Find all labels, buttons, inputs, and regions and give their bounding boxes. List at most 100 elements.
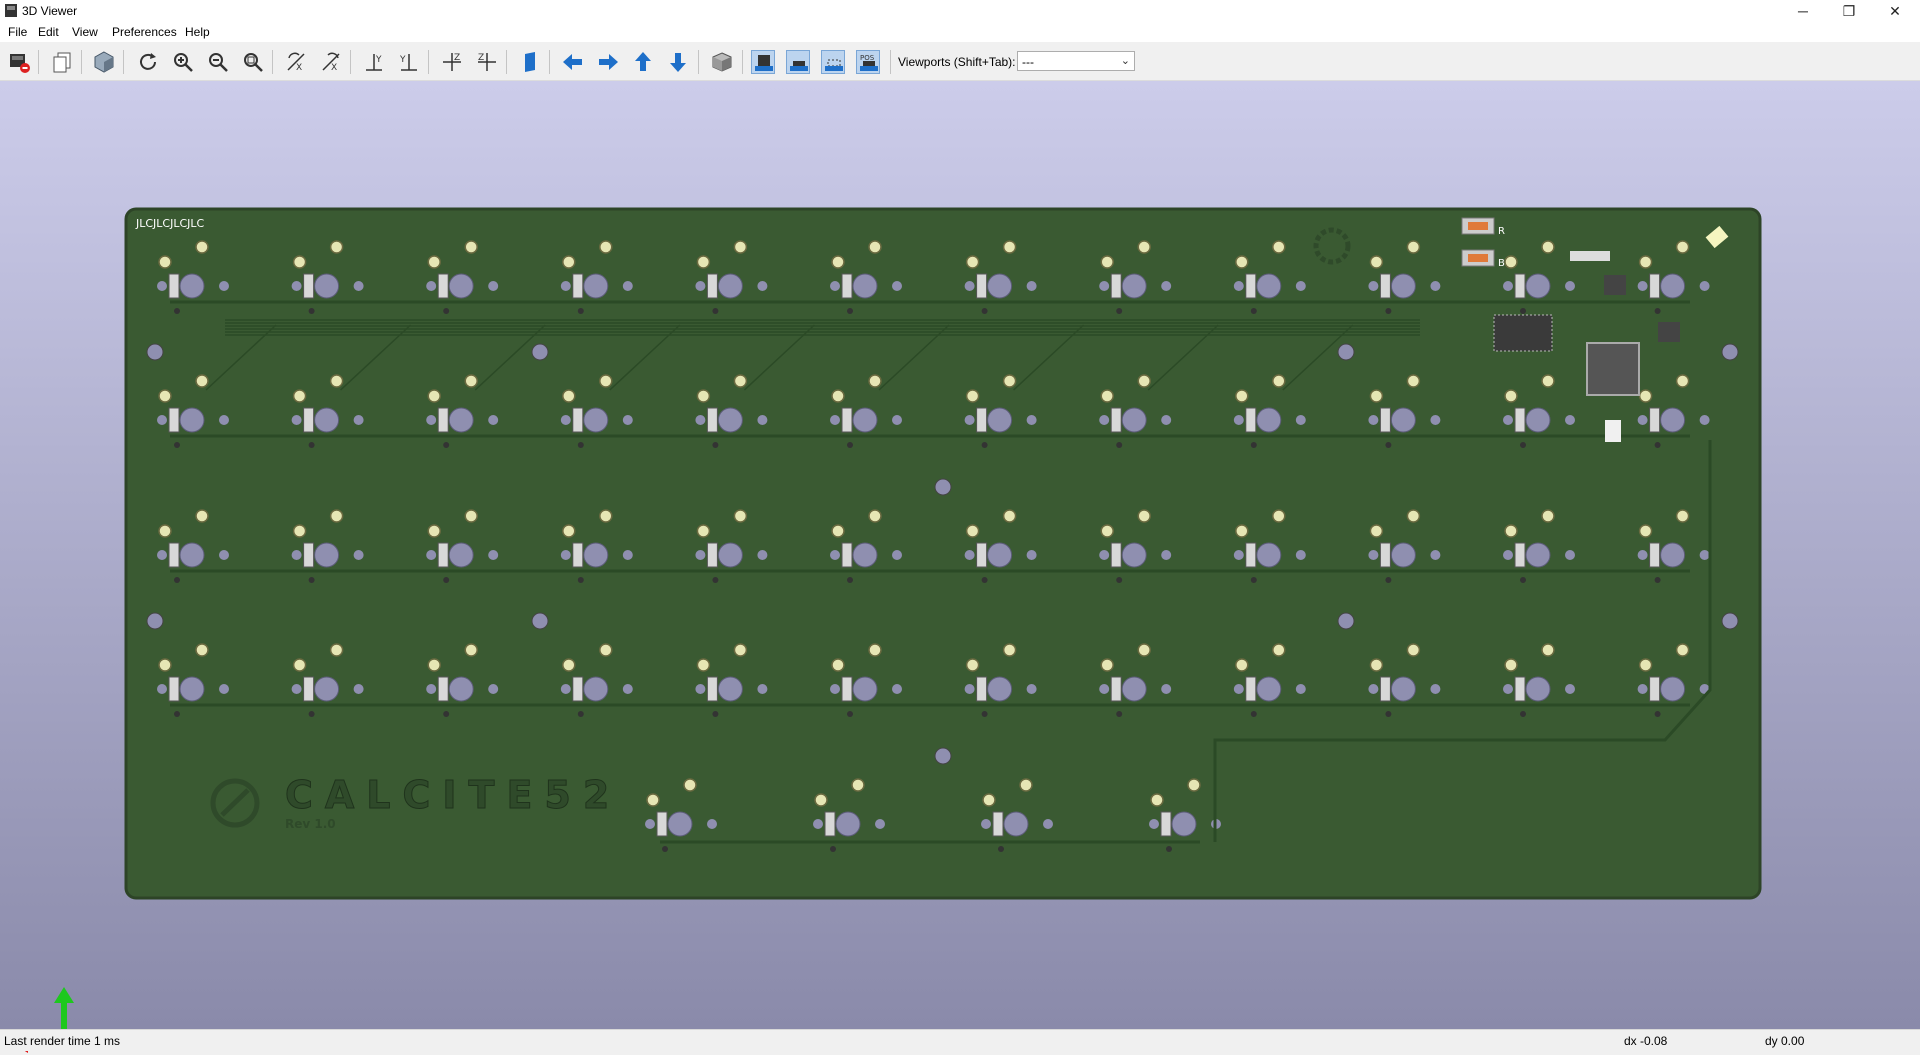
diode <box>1514 676 1526 702</box>
switch-stab-hole <box>964 415 975 425</box>
switch-pin-pad <box>599 643 613 657</box>
switch-stab-hole <box>157 281 167 291</box>
move-up-icon[interactable] <box>631 50 655 74</box>
orthographic-icon[interactable] <box>710 50 734 74</box>
switch-center-hole <box>1390 273 1416 299</box>
rotate-y-ccw-icon[interactable]: Y <box>397 50 421 74</box>
switch-pin-pad <box>464 643 478 657</box>
viewports-dropdown[interactable]: --- ⌄ <box>1017 51 1135 71</box>
via <box>1250 308 1257 314</box>
menu-edit[interactable]: Edit <box>38 25 59 39</box>
toggle-th-models-icon[interactable] <box>751 50 775 74</box>
chevron-down-icon: ⌄ <box>1120 55 1130 67</box>
minimize-button[interactable]: ─ <box>1780 0 1826 22</box>
switch-stab-hole <box>1099 550 1110 560</box>
switch-center-hole <box>852 542 878 568</box>
move-left-icon[interactable] <box>561 50 585 74</box>
copy-image-icon[interactable] <box>50 50 74 74</box>
rotate-z-cw-icon[interactable]: Z <box>440 50 464 74</box>
via <box>712 442 719 448</box>
menu-view[interactable]: View <box>72 25 98 39</box>
rotate-x-ccw-icon[interactable]: X <box>319 50 343 74</box>
diode <box>1110 676 1122 702</box>
switch-center-hole <box>1525 407 1551 433</box>
close-button[interactable]: ✕ <box>1872 0 1918 22</box>
mounting-hole <box>146 343 164 361</box>
switch-stab-hole <box>892 684 902 694</box>
switch-center-hole <box>1003 811 1029 837</box>
switch-pin-pad <box>1100 658 1114 672</box>
move-right-icon[interactable] <box>596 50 620 74</box>
via <box>1385 711 1392 717</box>
pcb-board[interactable]: JLCJLCJLCJLC CALCITE52 Rev 1.0 R B <box>0 81 1920 1029</box>
refresh-icon[interactable] <box>136 50 160 74</box>
switch-pin-pad <box>1100 389 1114 403</box>
via <box>1116 711 1123 717</box>
switch-stab-hole <box>1161 415 1172 425</box>
switch-stab-hole <box>1043 819 1053 829</box>
diode <box>976 273 988 299</box>
toggle-virtual-models-icon[interactable] <box>821 50 845 74</box>
rotate-z-ccw-icon[interactable]: Z <box>475 50 499 74</box>
usb-esd-chip <box>1493 314 1553 352</box>
via <box>1385 308 1392 314</box>
switch-center-hole <box>1121 676 1147 702</box>
via <box>830 846 836 852</box>
toggle-smd-models-icon[interactable] <box>786 50 810 74</box>
rotate-y-cw-icon[interactable]: Y <box>362 50 386 74</box>
restore-button[interactable]: ❐ <box>1826 0 1872 22</box>
export-image-icon[interactable] <box>7 50 31 74</box>
zoom-fit-icon[interactable] <box>241 50 265 74</box>
svg-text:X: X <box>331 63 337 73</box>
switch-pin-pad <box>683 778 697 792</box>
diode <box>303 273 315 299</box>
switch-center-hole <box>852 407 878 433</box>
via <box>1654 577 1661 583</box>
3d-viewport[interactable]: JLCJLCJLCJLC CALCITE52 Rev 1.0 R B <box>0 81 1920 1053</box>
zoom-in-icon[interactable] <box>171 50 195 74</box>
switch-stab-hole <box>1026 684 1037 694</box>
switch-stab-hole <box>1026 415 1037 425</box>
switch-pin-pad <box>1187 778 1201 792</box>
switch-center-hole <box>717 273 743 299</box>
via <box>577 711 584 717</box>
switch-pin-pad <box>158 524 172 538</box>
raytracing-icon[interactable] <box>92 50 116 74</box>
diode <box>168 407 180 433</box>
switch-pin-pad <box>1235 255 1249 269</box>
svg-text:Z: Z <box>454 53 460 63</box>
switch-stab-hole <box>892 415 902 425</box>
via <box>847 711 853 717</box>
via <box>443 577 450 583</box>
switch-pin-pad <box>329 509 344 523</box>
switch-center-hole <box>987 676 1013 702</box>
flip-board-icon[interactable] <box>518 50 542 74</box>
switch-center-hole <box>1256 676 1282 702</box>
usb-connector-pads <box>1570 251 1610 261</box>
switch-stab-hole <box>892 550 902 560</box>
switch-pin-pad <box>292 255 307 269</box>
toggle-not-in-posfile-icon[interactable]: POS <box>856 50 880 74</box>
board-logo-text: CALCITE52 <box>285 773 621 817</box>
viewports-value: --- <box>1022 55 1034 69</box>
zoom-out-icon[interactable] <box>206 50 230 74</box>
switch-stab-hole <box>488 281 499 291</box>
rotate-x-cw-icon[interactable]: X <box>284 50 308 74</box>
menu-preferences[interactable]: Preferences <box>112 25 177 39</box>
switch-pin-pad <box>1504 658 1518 672</box>
switch-stab-hole <box>1699 415 1710 425</box>
switch-pin-pad <box>696 389 711 403</box>
menu-help[interactable]: Help <box>185 25 210 39</box>
switch-pin-pad <box>195 509 209 523</box>
move-down-icon[interactable] <box>666 50 690 74</box>
switch-center-hole <box>448 542 474 568</box>
diode <box>572 407 584 433</box>
switch-stab-hole <box>695 550 706 560</box>
diode <box>1379 542 1391 568</box>
switch-pin-pad <box>1002 240 1017 254</box>
switch-stab-hole <box>813 819 823 829</box>
menu-file[interactable]: File <box>8 25 27 39</box>
diode <box>1110 542 1122 568</box>
switch-stab-hole <box>291 415 302 425</box>
svg-text:Y: Y <box>375 55 382 65</box>
